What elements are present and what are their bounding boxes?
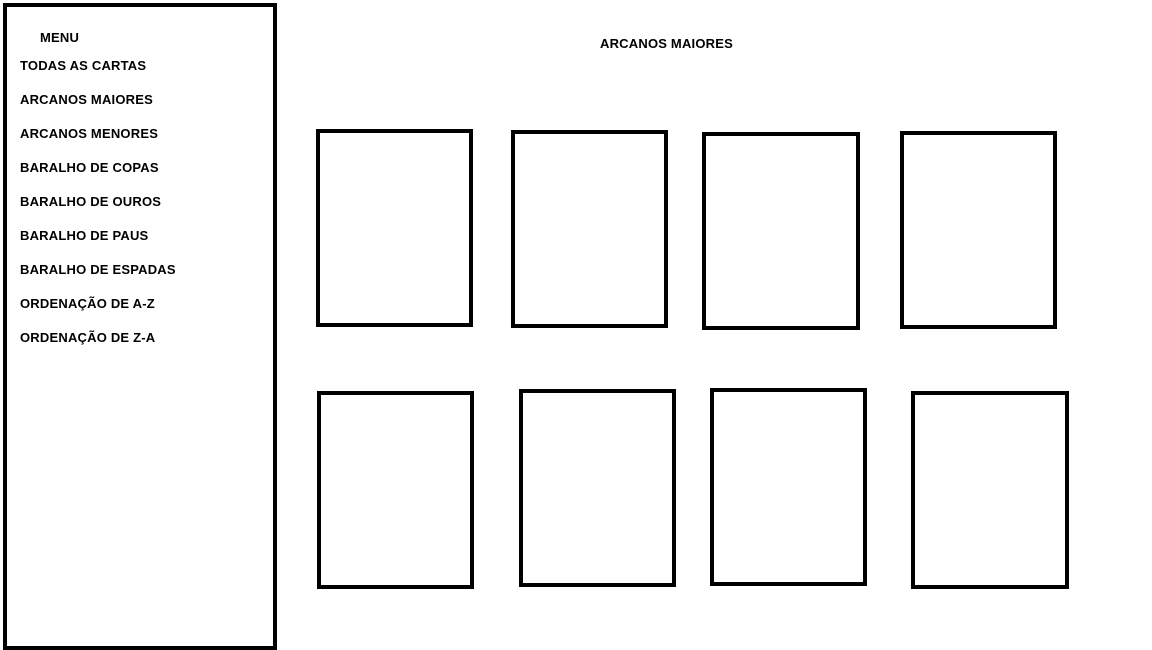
page-title: ARCANOS MAIORES — [600, 36, 734, 51]
menu-list: TODAS AS CARTAS ARCANOS MAIORES ARCANOS … — [20, 58, 176, 364]
menu-item-arcanos-maiores[interactable]: ARCANOS MAIORES — [20, 92, 176, 126]
menu-item-baralho-de-paus[interactable]: BARALHO DE PAUS — [20, 228, 176, 262]
card-slot[interactable] — [911, 391, 1069, 589]
menu-item-ordenacao-a-z[interactable]: ORDENAÇÃO DE A-Z — [20, 296, 176, 330]
menu-item-arcanos-menores[interactable]: ARCANOS MENORES — [20, 126, 176, 160]
card-slot[interactable] — [900, 131, 1057, 329]
card-slot[interactable] — [317, 391, 474, 589]
card-slot[interactable] — [710, 388, 867, 586]
menu-item-baralho-de-ouros[interactable]: BARALHO DE OUROS — [20, 194, 176, 228]
menu-item-baralho-de-copas[interactable]: BARALHO DE COPAS — [20, 160, 176, 194]
menu-item-todas-as-cartas[interactable]: TODAS AS CARTAS — [20, 58, 176, 92]
card-slot[interactable] — [519, 389, 676, 587]
menu-title: MENU — [40, 30, 80, 45]
menu-item-ordenacao-z-a[interactable]: ORDENAÇÃO DE Z-A — [20, 330, 176, 364]
menu-item-baralho-de-espadas[interactable]: BARALHO DE ESPADAS — [20, 262, 176, 296]
card-slot[interactable] — [511, 130, 668, 328]
card-slot[interactable] — [316, 129, 473, 327]
sidebar-menu: MENU TODAS AS CARTAS ARCANOS MAIORES ARC… — [3, 3, 277, 650]
card-slot[interactable] — [702, 132, 860, 330]
